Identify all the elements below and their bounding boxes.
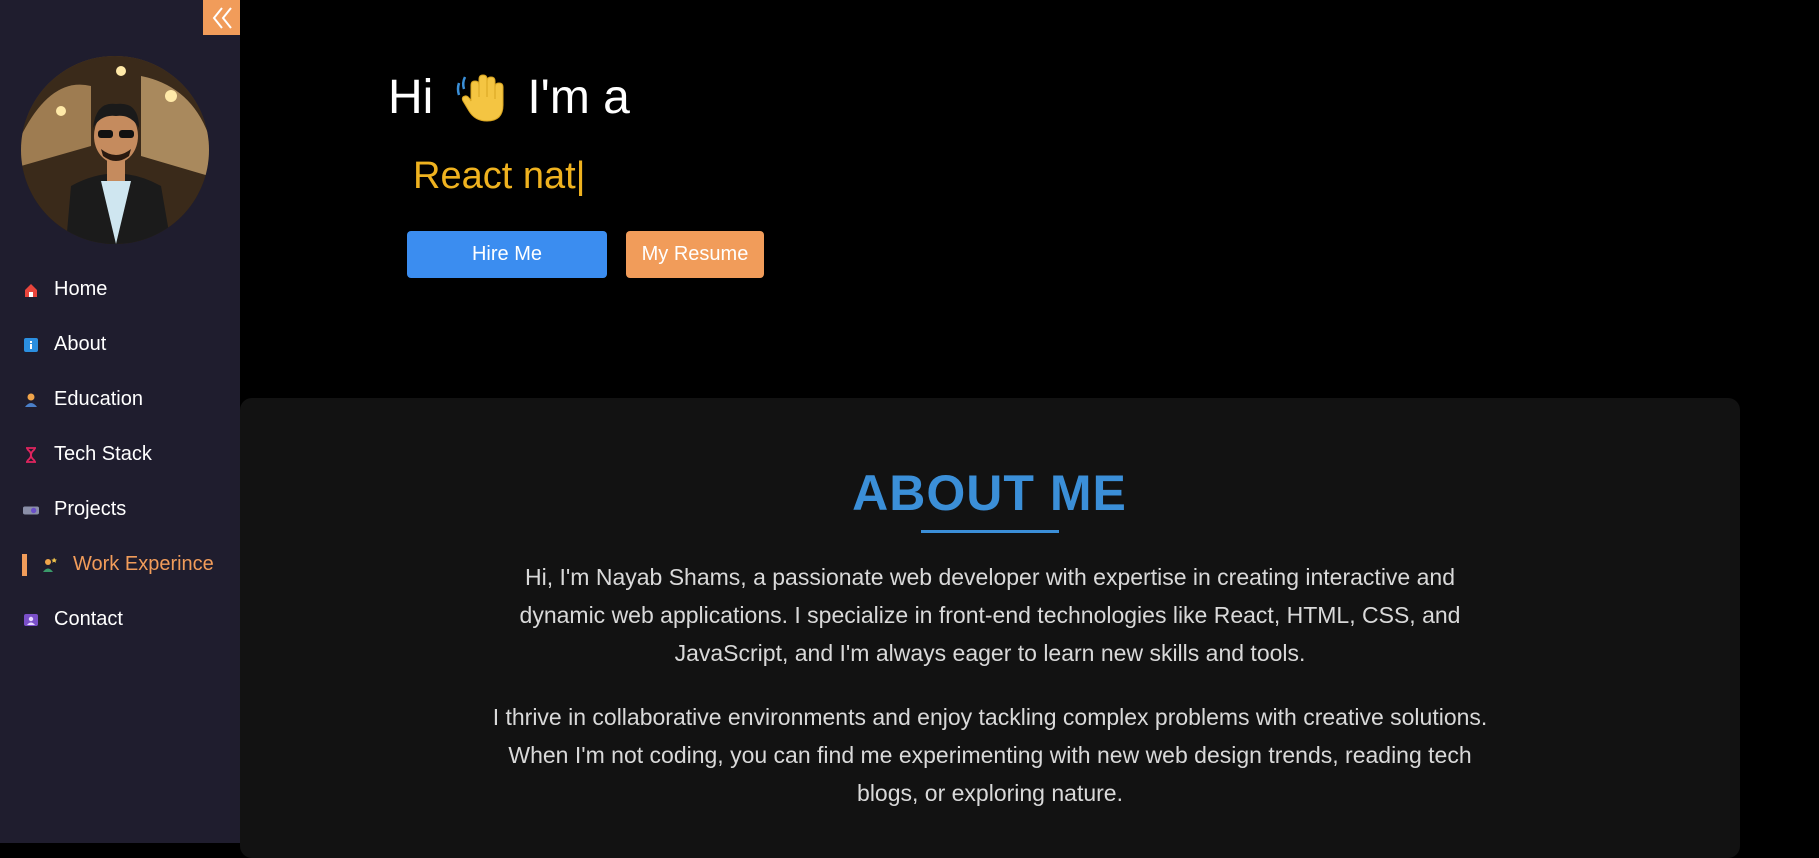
about-title-underline — [921, 530, 1059, 533]
typed-role-text: React nat| — [413, 155, 586, 197]
contact-card-icon — [23, 612, 39, 628]
hire-me-button[interactable]: Hire Me — [407, 231, 607, 278]
avatar — [21, 56, 209, 244]
waving-hand-icon — [455, 71, 509, 125]
sidebar-item-work-experience[interactable]: Work Experince — [0, 537, 240, 592]
about-paragraph-1: Hi, I'm Nayab Shams, a passionate web de… — [519, 564, 1461, 666]
sidebar-item-label: Contact — [54, 608, 123, 630]
sidebar-item-about[interactable]: About — [0, 317, 240, 372]
house-icon — [23, 282, 39, 298]
avatar-image — [21, 56, 209, 244]
info-icon — [23, 337, 39, 353]
about-paragraph-2: I thrive in collaborative environments a… — [492, 704, 1488, 806]
sidebar-item-contact[interactable]: Contact — [0, 592, 240, 647]
sidebar: Home About Education Tech Stack Projects — [0, 0, 240, 843]
sidebar-item-education[interactable]: Education — [0, 372, 240, 427]
student-icon — [23, 392, 39, 408]
sidebar-nav: Home About Education Tech Stack Projects — [0, 262, 240, 647]
sidebar-item-home[interactable]: Home — [0, 262, 240, 317]
sidebar-item-label: Education — [54, 388, 143, 410]
greeting-im-a: I'm a — [527, 71, 630, 124]
sidebar-item-label: Tech Stack — [54, 443, 152, 465]
worker-icon — [42, 557, 58, 573]
sidebar-item-label: Home — [54, 278, 108, 300]
greeting-hi: Hi — [388, 71, 434, 124]
sidebar-collapse-button[interactable] — [203, 0, 240, 35]
double-chevron-left-icon — [212, 6, 232, 29]
dna-icon — [23, 446, 39, 463]
my-resume-button[interactable]: My Resume — [626, 231, 764, 278]
active-indicator — [22, 553, 27, 576]
hero-greeting: Hi I'm a — [388, 70, 630, 125]
sidebar-item-label: Work Experince — [73, 553, 214, 575]
about-title: ABOUT ME — [852, 465, 1127, 521]
sidebar-item-label: About — [54, 333, 107, 355]
